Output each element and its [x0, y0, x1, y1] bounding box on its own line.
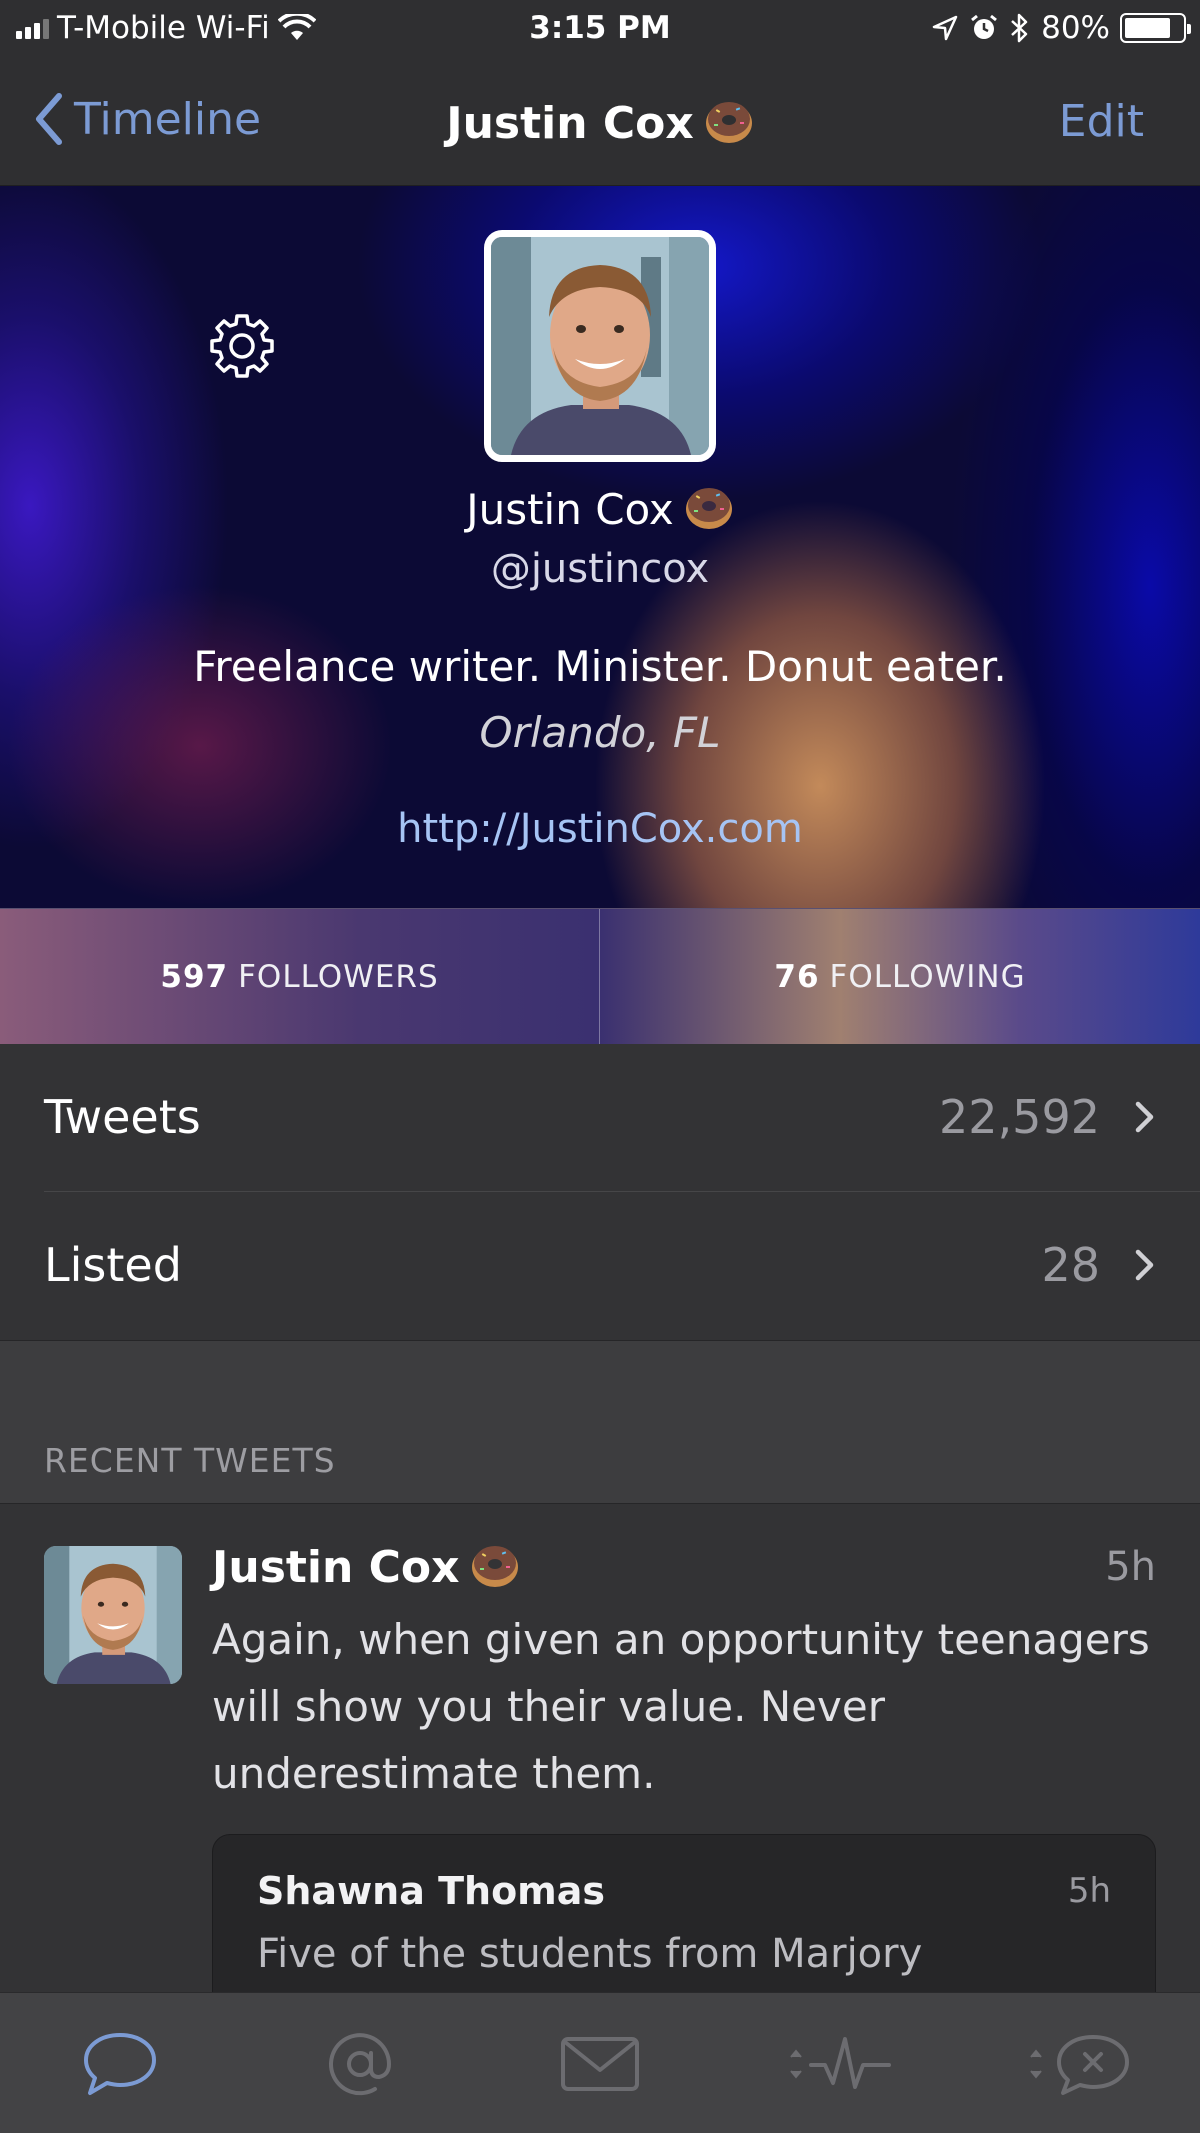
donut-emoji-icon: [705, 102, 752, 143]
battery-icon: [1120, 13, 1191, 43]
tweet-author[interactable]: Justin Cox: [212, 1540, 520, 1593]
donut-emoji-icon: [685, 488, 732, 529]
listed-row-value: 28: [1041, 1238, 1100, 1292]
follow-stats-bar: 597 FOLLOWERS 76 FOLLOWING: [0, 908, 1200, 1045]
tab-mute-filters[interactable]: [960, 1993, 1200, 2133]
timeline-bubble-icon: [84, 2032, 156, 2095]
profile-location: Orlando, FL: [479, 708, 721, 757]
profile-header: Justin Cox @justincox Freelance writer. …: [0, 186, 1200, 908]
tab-mentions[interactable]: [240, 1993, 480, 2133]
tweet-cell[interactable]: Justin Cox 5h Again, when given an oppor…: [0, 1504, 1200, 2014]
profile-photo: [491, 237, 709, 455]
profile-name: Justin Cox: [0, 482, 1200, 534]
chevron-right-icon: [1135, 1101, 1154, 1133]
status-right: 80%: [931, 10, 1191, 46]
profile-url-link[interactable]: http://JustinCox.com: [0, 806, 1200, 852]
messages-envelope-icon: [561, 2036, 639, 2091]
recent-tweets-section-header: RECENT TWEETS: [0, 1340, 1200, 1504]
battery-percent: 80%: [1041, 10, 1110, 46]
followers-button[interactable]: 597 FOLLOWERS: [0, 909, 600, 1045]
followers-count: 597: [160, 959, 229, 995]
profile-handle: @justincox: [490, 546, 710, 592]
nav-title-text: Justin Cox: [446, 98, 694, 149]
tweet-text: Again, when given an opportunity teenage…: [212, 1615, 1150, 1798]
following-count: 76: [774, 959, 820, 995]
quoted-tweet-timestamp: 5h: [1067, 1871, 1111, 1911]
listed-row[interactable]: Listed 28: [0, 1192, 1200, 1340]
following-label: FOLLOWING: [829, 959, 1026, 995]
listed-row-label: Listed: [44, 1238, 182, 1292]
edit-button[interactable]: Edit: [1059, 96, 1144, 147]
donut-emoji-icon: [471, 1546, 518, 1587]
tweets-row-label: Tweets: [44, 1090, 201, 1144]
quoted-tweet-author: Shawna Thomas: [257, 1869, 606, 1913]
quoted-tweet[interactable]: Shawna Thomas 5h Five of the students fr…: [212, 1834, 1156, 2014]
alarm-icon: [971, 14, 998, 39]
location-arrow-icon: [932, 15, 958, 41]
tweets-row[interactable]: Tweets 22,592: [0, 1044, 1200, 1192]
avatar: [44, 1546, 182, 1684]
activity-icon: [790, 2036, 891, 2089]
nav-title: Justin Cox: [0, 96, 1200, 149]
tweet-author-text: Justin Cox: [212, 1542, 460, 1593]
tab-messages[interactable]: [480, 1993, 720, 2133]
bluetooth-icon: [1011, 13, 1028, 43]
profile-bio: Freelance writer. Minister. Donut eater.: [193, 642, 1007, 691]
tab-activity[interactable]: [720, 1993, 960, 2133]
navigation-bar: Timeline Justin Cox Edit: [0, 62, 1200, 186]
tab-bar: [0, 1992, 1200, 2133]
followers-label: FOLLOWERS: [238, 959, 439, 995]
tweet-timestamp: 5h: [1105, 1544, 1156, 1590]
profile-avatar[interactable]: [484, 230, 716, 462]
mute-filter-icon: [1030, 2034, 1129, 2095]
chevron-right-icon: [1135, 1249, 1154, 1281]
tweets-row-value: 22,592: [939, 1090, 1100, 1144]
mentions-at-icon: [329, 2032, 392, 2095]
gear-icon[interactable]: [206, 310, 278, 382]
section-title: RECENT TWEETS: [44, 1441, 336, 1480]
tweet-avatar[interactable]: [44, 1546, 182, 1684]
quoted-tweet-text: Five of the students from Marjory: [257, 1931, 923, 1977]
tab-timeline[interactable]: [0, 1993, 240, 2133]
profile-name-text: Justin Cox: [466, 485, 674, 534]
following-button[interactable]: 76 FOLLOWING: [600, 909, 1200, 1045]
status-bar: T-Mobile Wi-Fi 3:15 PM 80%: [0, 0, 1200, 62]
